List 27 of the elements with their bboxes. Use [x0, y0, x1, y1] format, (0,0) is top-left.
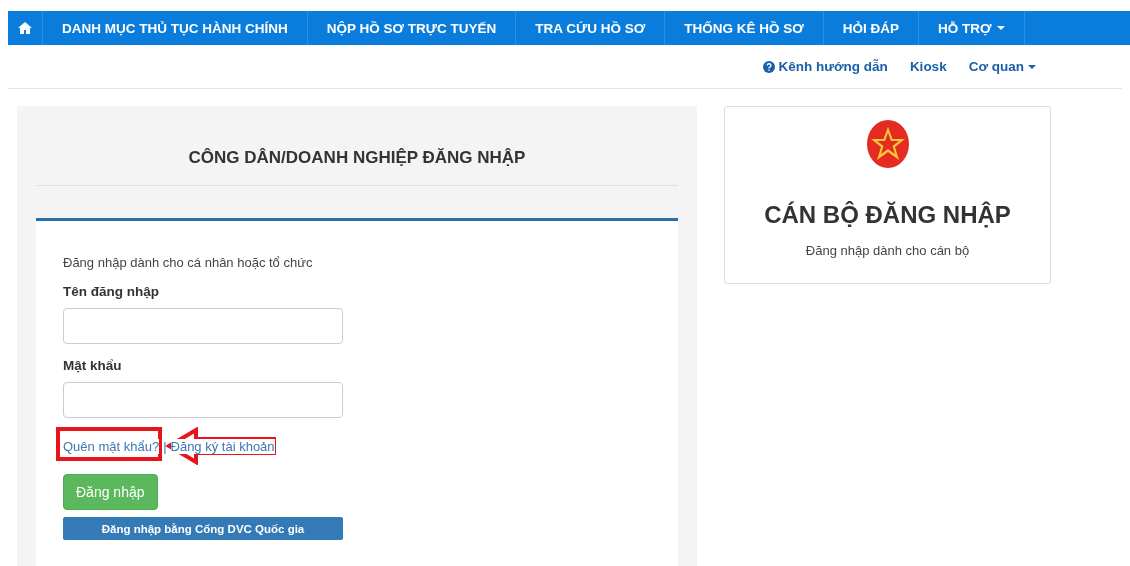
- card-title: CÁN BỘ ĐĂNG NHẬP: [764, 201, 1011, 229]
- caret-icon: [996, 26, 1005, 30]
- panel-title: CÔNG DÂN/DOANH NGHIỆP ĐĂNG NHẬP: [36, 106, 678, 186]
- nav-dropdown[interactable]: HỖ TRỢ: [919, 11, 1025, 45]
- nav-menu-item[interactable]: DANH MỤC THỦ TỤC HÀNH CHÍNH: [43, 11, 308, 45]
- national-portal-login-button[interactable]: Đăng nhập bằng Cổng DVC Quốc gia: [63, 517, 343, 540]
- kiosk-link[interactable]: Kiosk: [909, 59, 947, 74]
- forgot-password-link[interactable]: Quên mật khẩu?: [63, 438, 160, 454]
- input-field[interactable]: [63, 382, 343, 418]
- field-label: Mật khẩu: [63, 358, 123, 373]
- login-button[interactable]: Đăng nhập: [63, 474, 158, 510]
- intro-text: Đăng nhập dành cho cá nhân hoặc tổ chức: [63, 255, 314, 270]
- nav-menu-item[interactable]: NỘP HỒ SƠ TRỰC TUYẾN: [307, 11, 517, 45]
- nav-menu-item[interactable]: HỎI ĐÁP: [823, 11, 919, 45]
- home-icon: [18, 22, 32, 34]
- star-emblem-icon: [865, 119, 910, 169]
- caret-icon: [1028, 64, 1036, 69]
- input-field[interactable]: [63, 308, 343, 344]
- card-subtitle: Đăng nhập dành cho cán bộ: [805, 243, 970, 258]
- agency-dropdown[interactable]: Cơ quan: [968, 59, 1036, 74]
- nav-menu-item[interactable]: THỐNG KÊ HỒ SƠ: [665, 11, 824, 45]
- nav-menu-item[interactable]: TRA CỨU HỒ SƠ: [516, 11, 666, 45]
- help-icon: [762, 60, 775, 73]
- staff-login-card[interactable]: CÁN BỘ ĐĂNG NHẬP Đăng nhập dành cho cán bộ: [724, 106, 1051, 284]
- guide-link[interactable]: Kênh hướng dẫn: [762, 59, 888, 74]
- field-label: Tên đăng nhập: [63, 284, 160, 299]
- link-separator: |: [163, 438, 167, 454]
